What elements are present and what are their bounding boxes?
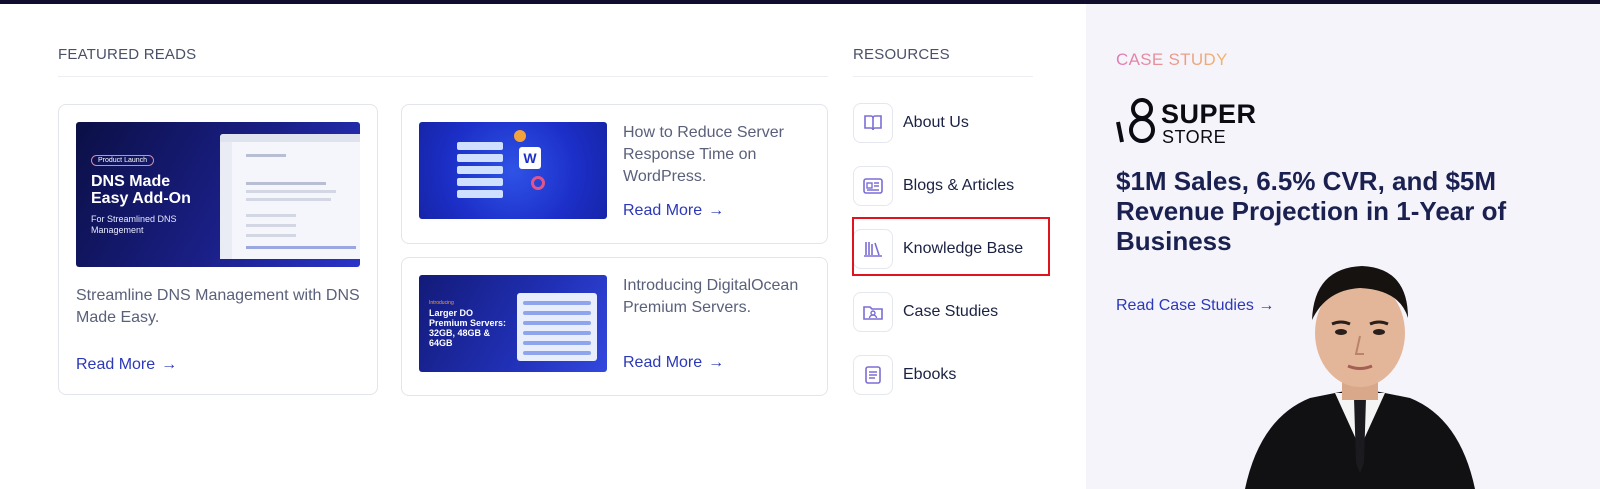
- wordpress-card-image: W: [419, 122, 607, 219]
- resource-blogs-articles[interactable]: Blogs & Articles: [853, 165, 1014, 207]
- dns-card-description[interactable]: Streamline DNS Management with DNS Made …: [76, 285, 361, 329]
- dns-card-image: Product Launch DNS Made Easy Add-On For …: [76, 122, 360, 267]
- arrow-right-icon: →: [708, 202, 725, 219]
- case-study-label: CASE STUDY: [1116, 50, 1228, 69]
- super-store-logo-mark: [1116, 98, 1155, 143]
- folder-user-icon: [853, 292, 893, 332]
- servers-table-graphic: [517, 293, 597, 361]
- dashboard-screenshot: [220, 134, 360, 259]
- newspaper-icon: [853, 166, 893, 206]
- arrow-right-icon: →: [161, 356, 178, 373]
- product-launch-pill: Product Launch: [91, 155, 155, 166]
- knowledge-base-highlight: [852, 217, 1050, 276]
- digitalocean-image-text: Larger DO Premium Servers: 32GB, 48GB & …: [429, 308, 507, 348]
- document-icon: [853, 355, 893, 395]
- wordpress-card-title[interactable]: How to Reduce Server Response Time on Wo…: [623, 122, 813, 188]
- resources-heading: RESOURCES: [853, 46, 950, 63]
- featured-divider: [58, 76, 828, 77]
- wordpress-icon: W: [519, 147, 541, 169]
- gear-icon: [531, 176, 545, 190]
- book-open-icon: [853, 103, 893, 143]
- digitalocean-read-more-link[interactable]: Read More →: [623, 354, 724, 372]
- featured-card-dns[interactable]: Product Launch DNS Made Easy Add-On For …: [58, 104, 378, 395]
- featured-card-wordpress[interactable]: W How to Reduce Server Response Time on …: [401, 104, 828, 244]
- resource-case-studies[interactable]: Case Studies: [853, 291, 998, 333]
- resource-ebooks[interactable]: Ebooks: [853, 354, 956, 396]
- dns-image-headline: DNS Made Easy Add-On: [91, 173, 191, 207]
- resources-divider: [853, 76, 1033, 77]
- wordpress-read-more-link[interactable]: Read More →: [623, 202, 724, 220]
- digitalocean-card-title[interactable]: Introducing DigitalOcean Premium Servers…: [623, 275, 813, 319]
- dns-image-subline: For Streamlined DNS Management: [91, 214, 177, 235]
- digitalocean-card-image: Introducing Larger DO Premium Servers: 3…: [419, 275, 607, 372]
- person-photo: [1240, 258, 1480, 489]
- featured-card-digitalocean[interactable]: Introducing Larger DO Premium Servers: 3…: [401, 257, 828, 396]
- arrow-right-icon: →: [708, 354, 725, 371]
- clock-icon: [514, 130, 526, 142]
- case-study-title: $1M Sales, 6.5% CVR, and $5M Revenue Pro…: [1116, 166, 1507, 256]
- super-store-logo[interactable]: SUPER STORE: [1116, 96, 1276, 151]
- featured-reads-heading: FEATURED READS: [58, 46, 197, 63]
- dns-read-more-link[interactable]: Read More →: [76, 356, 177, 374]
- resource-about-us[interactable]: About Us: [853, 102, 969, 144]
